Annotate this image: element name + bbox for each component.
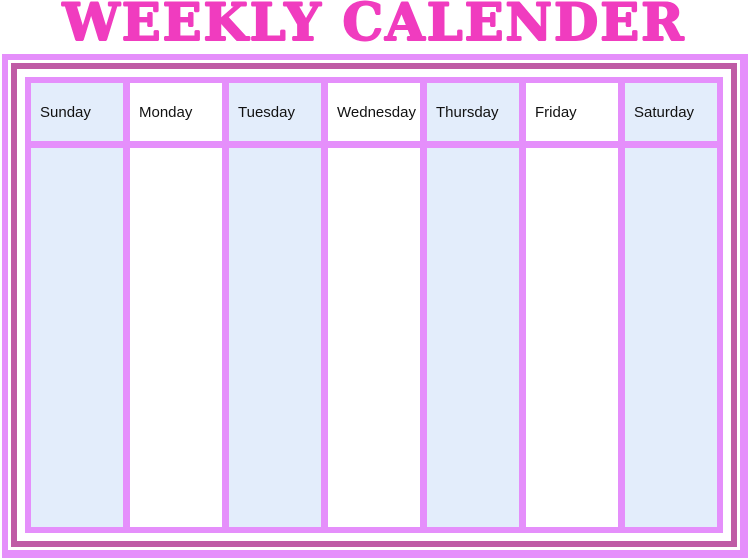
day-header-tuesday[interactable]: Tuesday [229, 83, 321, 141]
day-cell-sunday[interactable] [31, 148, 123, 527]
title-area: WEEKLY CALENDER [0, 0, 750, 52]
day-cell-content[interactable] [526, 148, 618, 527]
day-header-label: Saturday [634, 103, 695, 121]
weekly-calendar-grid: Sunday Monday Tuesday Wednesday Thursday… [25, 77, 723, 533]
day-header-monday[interactable]: Monday [130, 83, 222, 141]
day-cell-friday[interactable] [526, 148, 618, 527]
day-header-label: Friday [535, 103, 577, 121]
day-cell-content[interactable] [427, 148, 519, 527]
day-cell-content[interactable] [130, 148, 222, 527]
calendar-frame-inner: Sunday Monday Tuesday Wednesday Thursday… [21, 73, 727, 537]
day-header-saturday[interactable]: Saturday [625, 83, 717, 141]
day-header-wednesday[interactable]: Wednesday [328, 83, 420, 141]
day-cell-monday[interactable] [130, 148, 222, 527]
day-header-label: Tuesday [238, 103, 295, 121]
day-header-label: Thursday [436, 103, 499, 121]
day-cell-content[interactable] [229, 148, 321, 527]
day-header-label: Wednesday [337, 103, 416, 121]
day-cell-content[interactable] [328, 148, 420, 527]
day-header-label: Monday [139, 103, 193, 121]
day-cell-thursday[interactable] [427, 148, 519, 527]
day-header-sunday[interactable]: Sunday [31, 83, 123, 141]
day-cell-wednesday[interactable] [328, 148, 420, 527]
day-header-thursday[interactable]: Thursday [427, 83, 519, 141]
day-body-row [31, 148, 717, 527]
day-cell-saturday[interactable] [625, 148, 717, 527]
calendar-frame-outer: Sunday Monday Tuesday Wednesday Thursday… [2, 54, 748, 558]
day-cell-content[interactable] [31, 148, 123, 527]
page-title: WEEKLY CALENDER [24, 0, 724, 50]
day-header-row: Sunday Monday Tuesday Wednesday Thursday… [31, 83, 717, 141]
day-header-friday[interactable]: Friday [526, 83, 618, 141]
day-cell-tuesday[interactable] [229, 148, 321, 527]
day-cell-content[interactable] [625, 148, 717, 527]
calendar-frame-middle: Sunday Monday Tuesday Wednesday Thursday… [11, 63, 737, 547]
day-header-label: Sunday [40, 103, 91, 121]
